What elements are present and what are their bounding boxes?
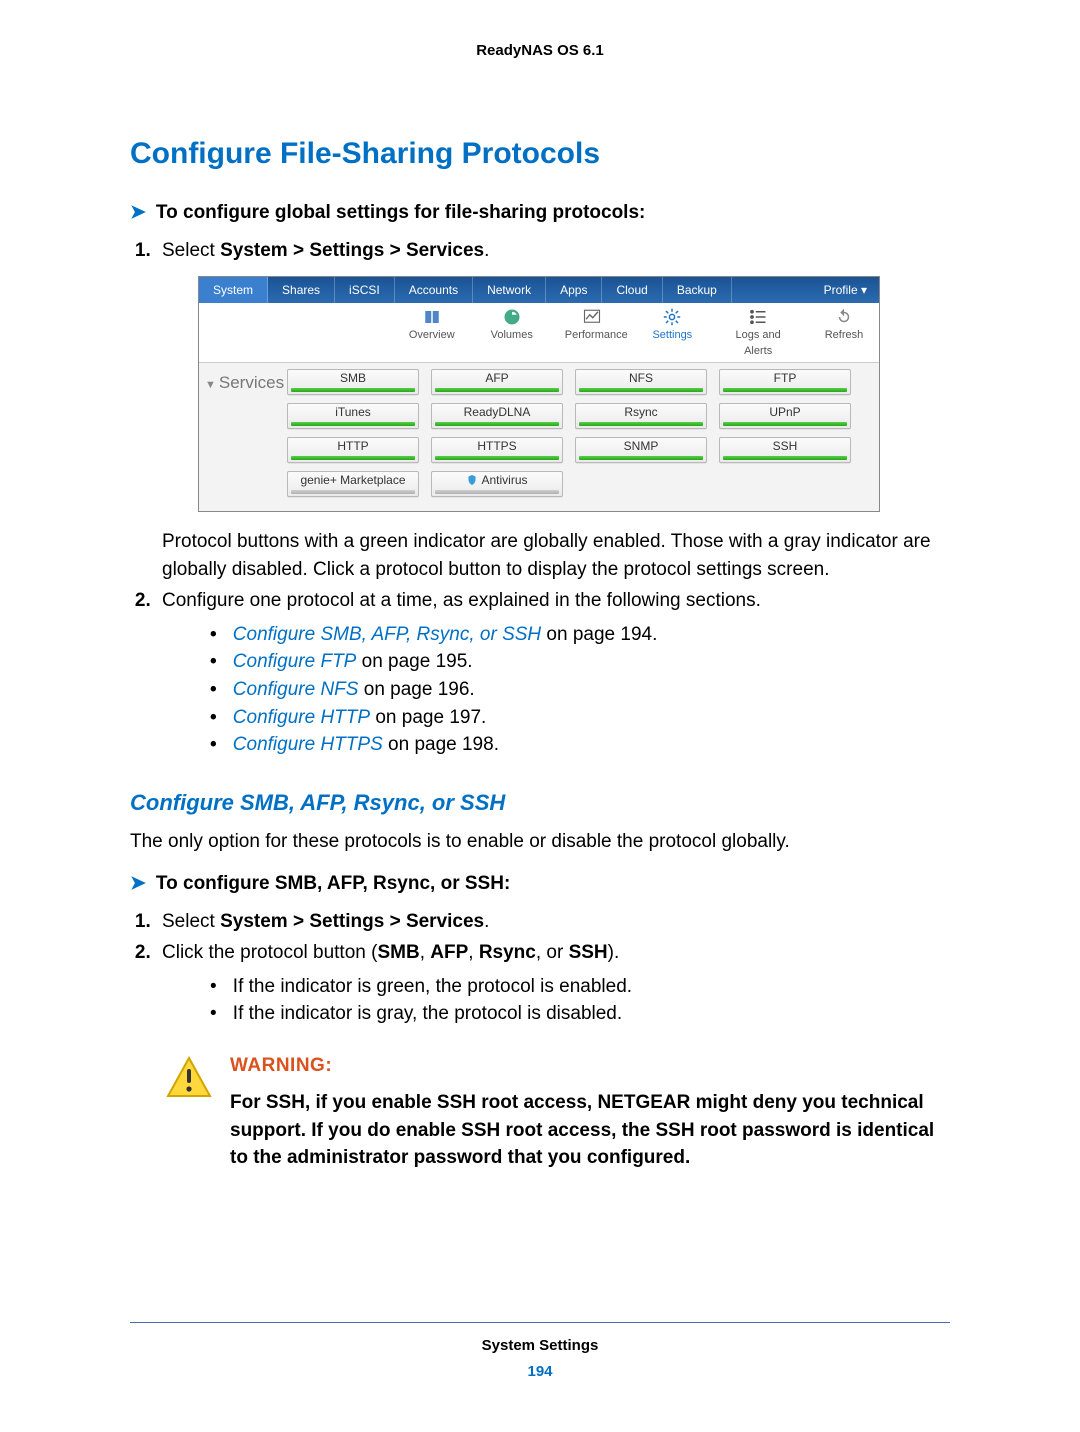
volumes-icon <box>485 307 539 327</box>
overview-icon <box>405 307 459 327</box>
toolbar-volumes[interactable]: Volumes <box>485 307 539 360</box>
step-1: Select System > Settings > Services. Sys… <box>156 237 950 584</box>
cross-ref-link[interactable]: Configure HTTP <box>233 707 370 728</box>
sub-b: If the indicator is gray, the protocol i… <box>210 1000 950 1028</box>
procedure2-intro: ➤ To configure SMB, AFP, Rsync, or SSH: <box>130 870 950 898</box>
refresh-icon <box>817 307 871 327</box>
status-indicator <box>723 422 847 426</box>
tab-system[interactable]: System <box>199 277 268 303</box>
toolbar-logs-and-alerts[interactable]: Logs and Alerts <box>725 307 791 360</box>
proc2-step-1: Select System > Settings > Services. <box>156 908 950 936</box>
tab-network[interactable]: Network <box>473 277 546 303</box>
protocol-snmp[interactable]: SNMP <box>575 437 707 463</box>
step-2: Configure one protocol at a time, as exp… <box>156 587 950 758</box>
status-indicator <box>579 388 703 392</box>
status-indicator <box>291 388 415 392</box>
protocol-smb[interactable]: SMB <box>287 369 419 395</box>
proc2-step-2: Click the protocol button (SMB, AFP, Rsy… <box>156 939 950 1028</box>
toolbar-overview[interactable]: Overview <box>405 307 459 360</box>
toolbar-refresh[interactable]: Refresh <box>817 307 871 360</box>
protocol-https[interactable]: HTTPS <box>431 437 563 463</box>
status-indicator <box>291 422 415 426</box>
link-item: Configure NFS on page 196. <box>210 676 950 704</box>
step-2-text: Configure one protocol at a time, as exp… <box>162 590 761 611</box>
status-indicator <box>579 456 703 460</box>
status-indicator <box>579 422 703 426</box>
protocol-readydlna[interactable]: ReadyDLNA <box>431 403 563 429</box>
warning-label: WARNING: <box>230 1052 950 1080</box>
protocol-genie-marketplace[interactable]: genie+ Marketplace <box>287 471 419 497</box>
tab-apps[interactable]: Apps <box>546 277 602 303</box>
status-indicator <box>435 456 559 460</box>
warning-icon <box>166 1056 212 1172</box>
status-indicator <box>291 490 415 494</box>
protocol-ssh[interactable]: SSH <box>719 437 851 463</box>
cross-ref-link[interactable]: Configure HTTPS <box>233 734 383 755</box>
toolbar-refresh-label: Refresh <box>817 328 871 344</box>
cross-ref-link[interactable]: Configure FTP <box>233 651 357 672</box>
procedure2-intro-text: To configure SMB, AFP, Rsync, or SSH: <box>156 873 510 894</box>
tab-shares[interactable]: Shares <box>268 277 335 303</box>
link-item: Configure HTTP on page 197. <box>210 704 950 732</box>
status-indicator <box>723 388 847 392</box>
status-indicator <box>435 422 559 426</box>
settings-icon <box>645 307 699 327</box>
footer-title: System Settings <box>130 1335 950 1357</box>
chevron-down-icon: ▼ <box>205 379 216 391</box>
link-item: Configure SMB, AFP, Rsync, or SSH on pag… <box>210 621 950 649</box>
arrow-icon: ➤ <box>130 873 146 894</box>
link-item: Configure HTTPS on page 198. <box>210 731 950 759</box>
tab-iscsi[interactable]: iSCSI <box>335 277 395 303</box>
status-indicator <box>435 388 559 392</box>
performance-icon <box>565 307 620 327</box>
tab-backup[interactable]: Backup <box>663 277 732 303</box>
page-footer: System Settings 194 <box>130 1322 950 1383</box>
warning-body: For SSH, if you enable SSH root access, … <box>230 1089 950 1172</box>
services-section-label[interactable]: ▼Services <box>205 369 287 497</box>
sub-a: If the indicator is green, the protocol … <box>210 973 950 1001</box>
toolbar-settings[interactable]: Settings <box>645 307 699 360</box>
step-1-path: System > Settings > Services <box>220 240 484 261</box>
arrow-icon: ➤ <box>130 202 146 223</box>
warning-block: WARNING: For SSH, if you enable SSH root… <box>166 1052 950 1172</box>
procedure-intro-text: To configure global settings for file-sh… <box>156 202 645 223</box>
cross-ref-link[interactable]: Configure NFS <box>233 679 359 700</box>
logs-and-alerts-icon <box>725 307 791 327</box>
protocol-afp[interactable]: AFP <box>431 369 563 395</box>
page-header: ReadyNAS OS 6.1 <box>130 40 950 62</box>
protocol-http[interactable]: HTTP <box>287 437 419 463</box>
protocol-antivirus[interactable]: Antivirus <box>431 471 563 497</box>
tab-cloud[interactable]: Cloud <box>602 277 662 303</box>
protocol-upnp[interactable]: UPnP <box>719 403 851 429</box>
link-item: Configure FTP on page 195. <box>210 648 950 676</box>
settings-screenshot: SystemSharesiSCSIAccountsNetworkAppsClou… <box>198 276 880 512</box>
services-label-text: Services <box>219 373 284 392</box>
status-indicator <box>723 456 847 460</box>
step-1-prefix: Select <box>162 240 220 261</box>
note-after-image: Protocol buttons with a green indicator … <box>162 528 950 583</box>
procedure-intro: ➤ To configure global settings for file-s… <box>130 199 950 227</box>
subsection-body: The only option for these protocols is t… <box>130 828 950 856</box>
profile-menu[interactable]: Profile ▾ <box>812 277 879 303</box>
tab-accounts[interactable]: Accounts <box>395 277 473 303</box>
page-title: Configure File-Sharing Protocols <box>130 132 950 176</box>
protocol-itunes[interactable]: iTunes <box>287 403 419 429</box>
toolbar-performance[interactable]: Performance <box>565 307 620 360</box>
step-1-suffix: . <box>484 240 489 261</box>
footer-page-number: 194 <box>130 1361 950 1383</box>
cross-ref-link[interactable]: Configure SMB, AFP, Rsync, or SSH <box>233 624 541 645</box>
status-indicator <box>435 490 559 494</box>
protocol-nfs[interactable]: NFS <box>575 369 707 395</box>
protocol-ftp[interactable]: FTP <box>719 369 851 395</box>
protocol-rsync[interactable]: Rsync <box>575 403 707 429</box>
subsection-title: Configure SMB, AFP, Rsync, or SSH <box>130 787 950 819</box>
status-indicator <box>291 456 415 460</box>
